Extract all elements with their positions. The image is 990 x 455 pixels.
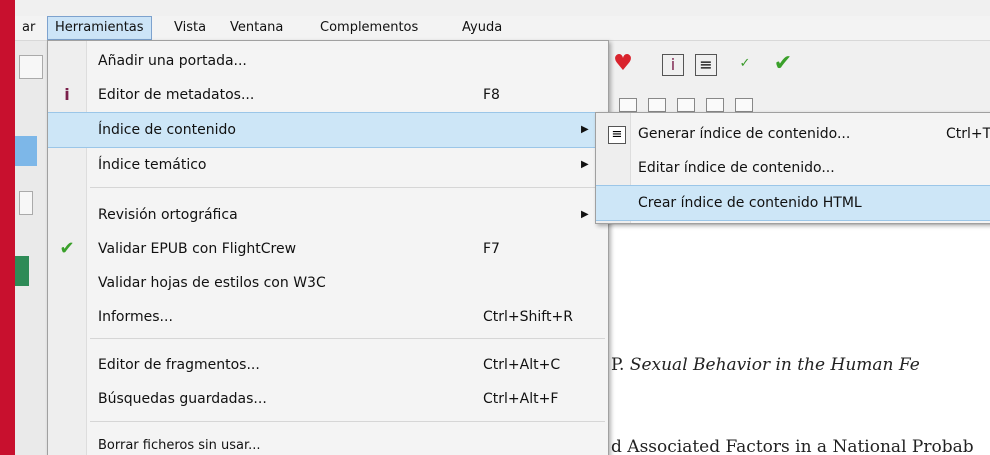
menu-ayuda[interactable]: Ayuda <box>455 16 509 40</box>
submenu-item-editar-indice[interactable]: Editar índice de contenido... <box>596 151 990 185</box>
menubar: ar Herramientas Vista Ventana Complement… <box>15 16 990 41</box>
menu-item-label: Borrar ficheros sin usar... <box>98 438 261 453</box>
menu-item-label: Índice de contenido <box>98 122 236 138</box>
herramientas-dropdown: Añadir una portada... i Editor de metada… <box>47 40 609 455</box>
submenu-item-label: Editar índice de contenido... <box>638 160 835 176</box>
menu-item-label: Búsquedas guardadas... <box>98 391 267 407</box>
format-button-icon[interactable] <box>619 98 638 112</box>
menu-item-informes[interactable]: Informes... Ctrl+Shift+R <box>48 300 608 334</box>
toc-icon: ≡ <box>608 126 626 144</box>
menu-item-label: Editor de metadatos... <box>98 87 255 103</box>
menu-ventana[interactable]: Ventana <box>223 16 290 40</box>
submenu-arrow-icon: ▶ <box>581 124 589 135</box>
main-toolbar: ♥ i ≡ ✓ ✔ <box>590 41 990 93</box>
menu-herramientas[interactable]: Herramientas <box>47 16 152 40</box>
menu-item-revision-ortografica[interactable]: Revisión ortográfica ▶ <box>48 198 608 232</box>
book-view-icon[interactable] <box>15 256 29 286</box>
submenu-item-shortcut: Ctrl+T <box>946 126 990 142</box>
heart-icon[interactable]: ♥ <box>610 51 636 77</box>
red-edge-bar <box>0 0 15 455</box>
app-window: ar Herramientas Vista Ventana Complement… <box>15 0 990 455</box>
menu-item-busquedas-guardadas[interactable]: Búsquedas guardadas... Ctrl+Alt+F <box>48 382 608 416</box>
submenu-arrow-icon: ▶ <box>581 209 589 220</box>
format-button-icon[interactable] <box>677 98 696 112</box>
toolbar-box-icon[interactable] <box>19 191 33 215</box>
submenu-item-generar-indice[interactable]: ≡ Generar índice de contenido... Ctrl+T <box>596 117 990 151</box>
validate-checkmark-icon[interactable]: ✔ <box>770 51 796 77</box>
menu-editar-partial[interactable]: ar <box>15 16 42 40</box>
submenu-item-label: Crear índice de contenido HTML <box>638 195 862 211</box>
menu-item-editor-metadatos[interactable]: i Editor de metadatos... F8 <box>48 78 608 112</box>
menu-separator <box>90 421 605 422</box>
format-toolbar <box>590 97 990 113</box>
menu-item-shortcut: Ctrl+Alt+C <box>483 357 561 373</box>
menu-item-label: Revisión ortográfica <box>98 207 238 223</box>
menu-vista[interactable]: Vista <box>167 16 213 40</box>
menu-item-label: Índice temático <box>98 157 207 173</box>
metadata-icon[interactable]: i <box>662 54 684 76</box>
menu-item-indice-tematico[interactable]: Índice temático ▶ <box>48 148 608 182</box>
menu-item-label: Añadir una portada... <box>98 53 247 69</box>
toolbar-doc-icon[interactable] <box>19 55 43 79</box>
metadata-icon: i <box>64 85 70 104</box>
indice-contenido-submenu: ≡ Generar índice de contenido... Ctrl+T … <box>595 112 990 224</box>
document-line: P. Sexual Behavior in the Human Fe <box>611 355 920 375</box>
format-button-icon[interactable] <box>648 98 667 112</box>
menu-item-editor-fragmentos[interactable]: Editor de fragmentos... Ctrl+Alt+C <box>48 348 608 382</box>
menu-item-indice-contenido[interactable]: Índice de contenido ▶ <box>48 112 608 148</box>
submenu-item-label: Generar índice de contenido... <box>638 126 851 142</box>
checkmark-icon: ✔ <box>59 238 75 259</box>
document-italic-text: Sexual Behavior in the Human Fe <box>629 355 920 375</box>
submenu-item-crear-indice-html[interactable]: Crear índice de contenido HTML <box>596 185 990 221</box>
menu-item-anadir-portada[interactable]: Añadir una portada... <box>48 44 608 78</box>
menu-separator <box>90 338 605 339</box>
submenu-arrow-icon: ▶ <box>581 159 589 170</box>
format-button-icon[interactable] <box>706 98 725 112</box>
menu-item-label: Validar hojas de estilos con W3C <box>98 275 326 291</box>
menu-item-label: Validar EPUB con FlightCrew <box>98 241 297 257</box>
toc-icon[interactable]: ≡ <box>695 54 717 76</box>
document-line-text: P. <box>611 355 630 375</box>
menu-item-label: Editor de fragmentos... <box>98 357 260 373</box>
toolbar-selected-icon[interactable] <box>15 136 37 166</box>
menu-item-validar-epub[interactable]: ✔ Validar EPUB con FlightCrew F7 <box>48 232 608 266</box>
document-view[interactable]: P. Sexual Behavior in the Human Fe d Ass… <box>590 225 990 455</box>
menu-item-shortcut: Ctrl+Alt+F <box>483 391 559 407</box>
menu-complementos[interactable]: Complementos <box>313 16 425 40</box>
menu-item-borrar-ficheros[interactable]: Borrar ficheros sin usar... <box>48 429 608 455</box>
menu-item-shortcut: Ctrl+Shift+R <box>483 309 573 325</box>
menu-item-label: Informes... <box>98 309 173 325</box>
menu-item-validar-w3c[interactable]: Validar hojas de estilos con W3C <box>48 266 608 300</box>
menu-separator <box>90 187 605 188</box>
format-button-icon[interactable] <box>735 98 754 112</box>
spellcheck-icon[interactable]: ✓ <box>732 51 758 77</box>
menu-item-shortcut: F8 <box>483 87 500 103</box>
menu-item-shortcut: F7 <box>483 241 500 257</box>
document-line: d Associated Factors in a National Proba… <box>611 437 974 455</box>
